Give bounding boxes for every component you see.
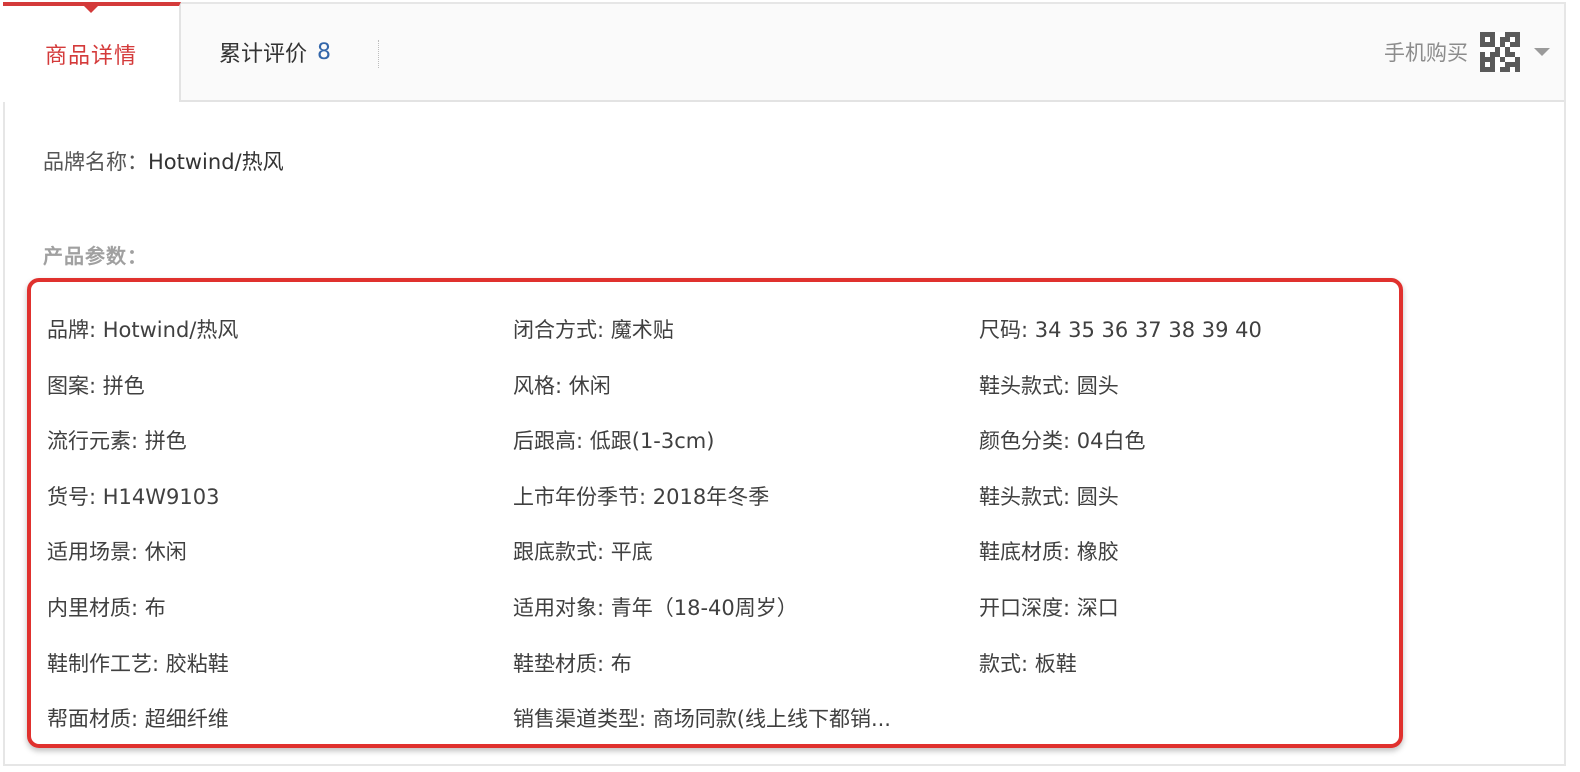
tab-divider <box>378 40 379 68</box>
product-page: 商品详情 累计评价 8 手机购买 品牌名称：Hotwind/热风 产品参数： 品… <box>0 0 1580 772</box>
tab-reviews-label: 累计评价 <box>219 42 308 67</box>
param-item: 销售渠道类型: 商场同款(线上线下都销... <box>513 707 891 732</box>
param-item: 适用场景: 休闲 <box>47 540 187 565</box>
param-item: 图案: 拼色 <box>47 373 145 398</box>
tab-product-detail-label: 商品详情 <box>44 44 137 69</box>
tab-product-detail[interactable]: 商品详情 <box>3 2 181 102</box>
param-item: 颜色分类: 04白色 <box>979 429 1146 454</box>
param-item: 款式: 板鞋 <box>979 651 1077 676</box>
active-tab-indicator <box>83 5 99 13</box>
param-item: 品牌: Hotwind/热风 <box>47 318 239 342</box>
param-item: 流行元素: 拼色 <box>47 429 187 454</box>
param-item: 适用对象: 青年（18-40周岁） <box>513 595 798 620</box>
param-item: 鞋底材质: 橡胶 <box>979 540 1119 565</box>
param-item: 帮面材质: 超细纤维 <box>47 707 229 732</box>
brand-name-value: Hotwind/热风 <box>148 150 284 174</box>
mobile-buy-button[interactable]: 手机购买 <box>1384 4 1550 100</box>
param-item: 跟底款式: 平底 <box>513 540 653 565</box>
param-item: 鞋垫材质: 布 <box>513 651 632 676</box>
product-params-grid: 品牌: Hotwind/热风 闭合方式: 魔术贴 尺码: 34 35 36 37 3… <box>47 302 1407 747</box>
reviews-count: 8 <box>317 39 332 65</box>
param-item: 尺码: 34 35 36 37 38 39 40 <box>979 318 1262 342</box>
param-item: 闭合方式: 魔术贴 <box>513 318 674 342</box>
product-params-title: 产品参数： <box>43 244 148 268</box>
param-item: 上市年份季节: 2018年冬季 <box>513 484 770 509</box>
chevron-down-icon[interactable] <box>1534 48 1550 56</box>
tab-bar: 商品详情 累计评价 8 手机购买 <box>3 2 1564 102</box>
param-item: 内里材质: 布 <box>47 595 166 620</box>
param-item: 开口深度: 深口 <box>979 595 1119 620</box>
tab-reviews[interactable]: 累计评价 8 <box>219 4 331 100</box>
product-params-box: 品牌: Hotwind/热风 闭合方式: 魔术贴 尺码: 34 35 36 37 3… <box>27 278 1403 748</box>
param-item: 货号: H14W9103 <box>47 484 220 509</box>
detail-panel: 商品详情 累计评价 8 手机购买 品牌名称：Hotwind/热风 产品参数： 品… <box>3 2 1566 766</box>
param-item: 后跟高: 低跟(1-3cm) <box>513 429 715 454</box>
brand-name-key: 品牌名称： <box>43 150 148 174</box>
brand-name-line: 品牌名称：Hotwind/热风 <box>43 146 284 176</box>
mobile-buy-label: 手机购买 <box>1384 41 1468 65</box>
param-item: 鞋头款式: 圆头 <box>979 484 1119 509</box>
param-item: 鞋制作工艺: 胶粘鞋 <box>47 651 229 676</box>
param-item: 风格: 休闲 <box>513 373 611 398</box>
param-item: 鞋头款式: 圆头 <box>979 373 1119 398</box>
qr-code-icon <box>1480 32 1520 72</box>
